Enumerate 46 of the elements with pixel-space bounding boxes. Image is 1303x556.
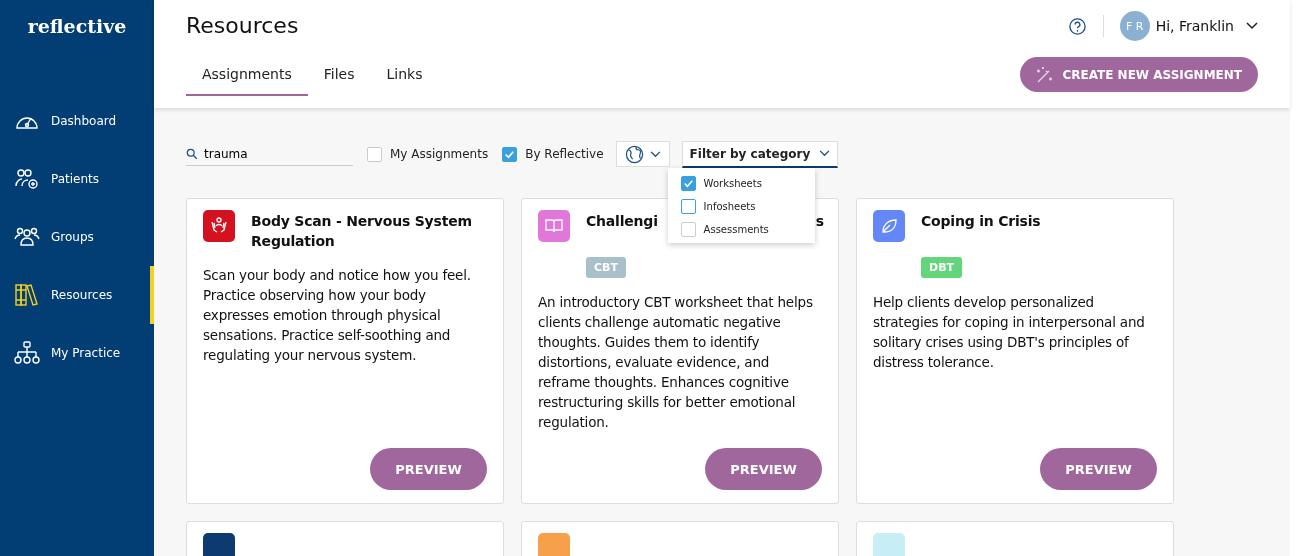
create-assignment-button[interactable]: CREATE NEW ASSIGNMENT: [1020, 57, 1258, 92]
checkbox[interactable]: [680, 198, 696, 214]
card-description: An introductory CBT worksheet that helps clients challenge automatic negative thoughts. Guides them to identify distortions, evaluate evidence, and reframe thoughts. Enhances cognitive restructuring skills for better emotional regulation.: [538, 293, 814, 432]
tab[interactable]: Links: [370, 56, 439, 96]
nav-item[interactable]: Dashboard: [0, 92, 154, 150]
category-dropdown[interactable]: Filter by category: [681, 140, 839, 168]
page-title: Resources: [186, 13, 300, 38]
hierarchy-icon: [14, 340, 40, 366]
nav-item[interactable]: Groups: [0, 208, 154, 266]
magic-wand-icon: [1034, 64, 1055, 85]
checkbox[interactable]: [367, 146, 382, 162]
checkbox-label[interactable]: My Assignments: [390, 147, 489, 161]
books-icon: [14, 282, 40, 308]
card-title: Body Scan - Nervous System Regulation: [251, 212, 473, 251]
option-label[interactable]: Infosheets: [703, 200, 756, 212]
card-description: Help clients develop personalized strategies for coping in interpersonal and solitary crises using DBT's principles of distress tolerance.: [873, 293, 1146, 372]
tab[interactable]: Files: [307, 56, 371, 96]
checkbox[interactable]: [502, 146, 518, 162]
user-greeting[interactable]: Hi, Franklin: [1155, 18, 1234, 34]
nav-item[interactable]: My Practice: [0, 324, 154, 382]
option-label[interactable]: Assessments: [703, 223, 769, 235]
tab[interactable]: Assignments: [186, 56, 308, 96]
globe-icon: [624, 144, 644, 164]
option-label[interactable]: Worksheets: [703, 177, 762, 189]
preview-button[interactable]: PREVIEW: [370, 448, 487, 490]
card-description: Scan your body and notice how you feel. Practice observing how your body expresses emotion through physical sensations. Practice self-soothing and regulating your nervous system.: [203, 266, 472, 365]
chevron-down-icon: [649, 150, 661, 158]
checkbox[interactable]: [680, 175, 696, 191]
brand-logo[interactable]: reflective: [0, 0, 154, 92]
category-tag: CBT: [586, 257, 626, 278]
preview-button[interactable]: PREVIEW: [1040, 448, 1157, 490]
card-title-fragment: s: [815, 212, 824, 231]
chevron-down-icon: [819, 150, 831, 157]
category-tag: DBT: [921, 257, 963, 278]
add-person-icon: [14, 166, 40, 192]
card-title: Challengi: [586, 212, 658, 231]
nav-item[interactable]: Patients: [0, 150, 154, 208]
language-select[interactable]: [615, 141, 670, 167]
search-icon: [186, 147, 198, 160]
chevron-down-icon[interactable]: [1246, 22, 1258, 30]
checkbox-label[interactable]: By Reflective: [525, 147, 604, 161]
search-field[interactable]: trauma: [204, 146, 344, 161]
help-icon[interactable]: [1067, 16, 1087, 36]
preview-button[interactable]: PREVIEW: [705, 448, 822, 490]
checkbox[interactable]: [680, 221, 696, 237]
card-title: Coping in Crisis: [921, 212, 1041, 231]
